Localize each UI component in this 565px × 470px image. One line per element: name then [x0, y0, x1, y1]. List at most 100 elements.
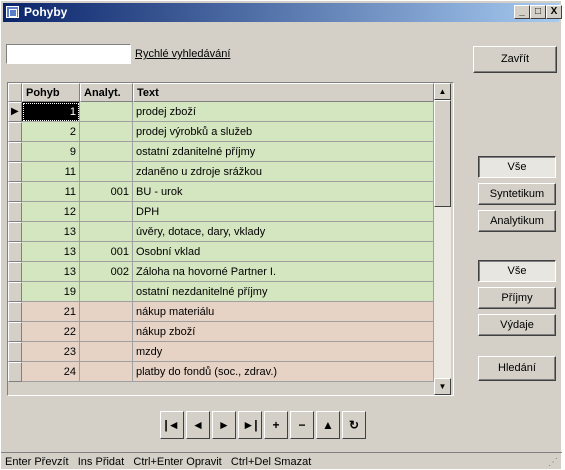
cell-pohyb[interactable]: 24: [22, 362, 80, 382]
cell-text[interactable]: DPH: [133, 202, 434, 222]
cell-pohyb[interactable]: 11: [22, 162, 80, 182]
table-row[interactable]: 22 nákup zboží: [8, 322, 434, 342]
table-row[interactable]: ▶ 1 prodej zboží: [8, 102, 434, 122]
analytic-button[interactable]: Analytikum: [478, 210, 556, 232]
table-row[interactable]: 11 zdaněno u zdroje srážkou: [8, 162, 434, 182]
close-window-button[interactable]: X: [546, 5, 562, 19]
title-bar[interactable]: Pohyby _ □ X: [3, 3, 562, 22]
row-indicator[interactable]: ▶: [8, 102, 22, 122]
close-button[interactable]: Zavřít: [473, 46, 557, 73]
row-indicator[interactable]: [8, 162, 22, 182]
cell-analyt[interactable]: [80, 302, 133, 322]
table-row[interactable]: 13 002 Záloha na hovorné Partner I.: [8, 262, 434, 282]
next-record-icon[interactable]: ►: [212, 411, 236, 439]
row-indicator[interactable]: [8, 222, 22, 242]
table-row[interactable]: 23 mzdy: [8, 342, 434, 362]
row-indicator[interactable]: [8, 182, 22, 202]
minimize-button[interactable]: _: [514, 5, 530, 19]
cell-pohyb[interactable]: 13: [22, 222, 80, 242]
row-indicator[interactable]: [8, 302, 22, 322]
cell-pohyb[interactable]: 21: [22, 302, 80, 322]
cell-pohyb[interactable]: 2: [22, 122, 80, 142]
cell-analyt[interactable]: [80, 202, 133, 222]
row-indicator[interactable]: [8, 262, 22, 282]
edit-record-icon[interactable]: ▲: [316, 411, 340, 439]
refresh-icon[interactable]: ↻: [342, 411, 366, 439]
delete-record-icon[interactable]: −: [290, 411, 314, 439]
table-row[interactable]: 19 ostatní nezdanitelné příjmy: [8, 282, 434, 302]
cell-pohyb[interactable]: 11: [22, 182, 80, 202]
cell-text[interactable]: prodej zboží: [133, 102, 434, 122]
row-indicator[interactable]: [8, 122, 22, 142]
table-row[interactable]: 21 nákup materiálu: [8, 302, 434, 322]
cell-text[interactable]: platby do fondů (soc., zdrav.): [133, 362, 434, 382]
quick-search-input[interactable]: [6, 44, 131, 64]
table-row[interactable]: 11 001 BU - urok: [8, 182, 434, 202]
scroll-down-icon[interactable]: ▼: [434, 378, 451, 395]
cell-text[interactable]: nákup zboží: [133, 322, 434, 342]
cell-pohyb[interactable]: 22: [22, 322, 80, 342]
table-row[interactable]: 9 ostatní zdanitelné příjmy: [8, 142, 434, 162]
resize-grip-icon[interactable]: ⋰: [548, 457, 558, 468]
cell-analyt[interactable]: [80, 162, 133, 182]
table-row[interactable]: 2 prodej výrobků a služeb: [8, 122, 434, 142]
row-indicator[interactable]: [8, 242, 22, 262]
cell-analyt[interactable]: [80, 282, 133, 302]
cell-text[interactable]: ostatní nezdanitelné příjmy: [133, 282, 434, 302]
cell-pohyb[interactable]: 1: [22, 102, 80, 122]
cell-pohyb[interactable]: 13: [22, 262, 80, 282]
cell-text[interactable]: Osobní vklad: [133, 242, 434, 262]
cell-text[interactable]: úvěry, dotace, dary, vklady: [133, 222, 434, 242]
row-indicator[interactable]: [8, 142, 22, 162]
expense-button[interactable]: Výdaje: [478, 314, 556, 336]
row-indicator[interactable]: [8, 282, 22, 302]
cell-text[interactable]: BU - urok: [133, 182, 434, 202]
cell-analyt[interactable]: 001: [80, 242, 133, 262]
cell-text[interactable]: prodej výrobků a služeb: [133, 122, 434, 142]
cell-analyt[interactable]: [80, 222, 133, 242]
cell-analyt[interactable]: [80, 142, 133, 162]
scroll-up-icon[interactable]: ▲: [434, 83, 451, 100]
cell-analyt[interactable]: 001: [80, 182, 133, 202]
synthetic-button[interactable]: Syntetikum: [478, 183, 556, 205]
cell-analyt[interactable]: [80, 122, 133, 142]
cell-analyt[interactable]: [80, 322, 133, 342]
insert-record-icon[interactable]: +: [264, 411, 288, 439]
cell-pohyb[interactable]: 9: [22, 142, 80, 162]
cell-pohyb[interactable]: 19: [22, 282, 80, 302]
scroll-thumb[interactable]: [434, 100, 451, 207]
row-indicator[interactable]: [8, 202, 22, 222]
cell-text[interactable]: zdaněno u zdroje srážkou: [133, 162, 434, 182]
table-row[interactable]: 13 001 Osobní vklad: [8, 242, 434, 262]
cell-text[interactable]: Záloha na hovorné Partner I.: [133, 262, 434, 282]
cell-pohyb[interactable]: 12: [22, 202, 80, 222]
table-row[interactable]: 12 DPH: [8, 202, 434, 222]
first-record-icon[interactable]: |◄: [160, 411, 184, 439]
row-indicator[interactable]: [8, 342, 22, 362]
prior-record-icon[interactable]: ◄: [186, 411, 210, 439]
cell-analyt[interactable]: [80, 362, 133, 382]
cell-analyt[interactable]: 002: [80, 262, 133, 282]
cell-pohyb[interactable]: 23: [22, 342, 80, 362]
header-pohyb[interactable]: Pohyb: [22, 83, 80, 102]
movements-grid[interactable]: Pohyb Analyt. Text ▶ 1 prodej zboží 2 prodej…: [7, 82, 454, 396]
table-row[interactable]: 24 platby do fondů (soc., zdrav.): [8, 362, 434, 382]
cell-text[interactable]: mzdy: [133, 342, 434, 362]
cell-analyt[interactable]: [80, 102, 133, 122]
header-text[interactable]: Text: [133, 83, 434, 102]
find-button[interactable]: Hledání: [478, 356, 556, 381]
cell-analyt[interactable]: [80, 342, 133, 362]
filter-all-button[interactable]: Vše: [478, 156, 556, 178]
vertical-scrollbar[interactable]: ▲ ▼: [434, 83, 451, 395]
type-all-button[interactable]: Vše: [478, 260, 556, 282]
cell-text[interactable]: nákup materiálu: [133, 302, 434, 322]
cell-text[interactable]: ostatní zdanitelné příjmy: [133, 142, 434, 162]
table-row[interactable]: 13 úvěry, dotace, dary, vklady: [8, 222, 434, 242]
cell-pohyb[interactable]: 13: [22, 242, 80, 262]
header-analyt[interactable]: Analyt.: [80, 83, 133, 102]
row-indicator[interactable]: [8, 322, 22, 342]
row-indicator[interactable]: [8, 362, 22, 382]
income-button[interactable]: Příjmy: [478, 287, 556, 309]
last-record-icon[interactable]: ►|: [238, 411, 262, 439]
maximize-button[interactable]: □: [530, 5, 546, 19]
